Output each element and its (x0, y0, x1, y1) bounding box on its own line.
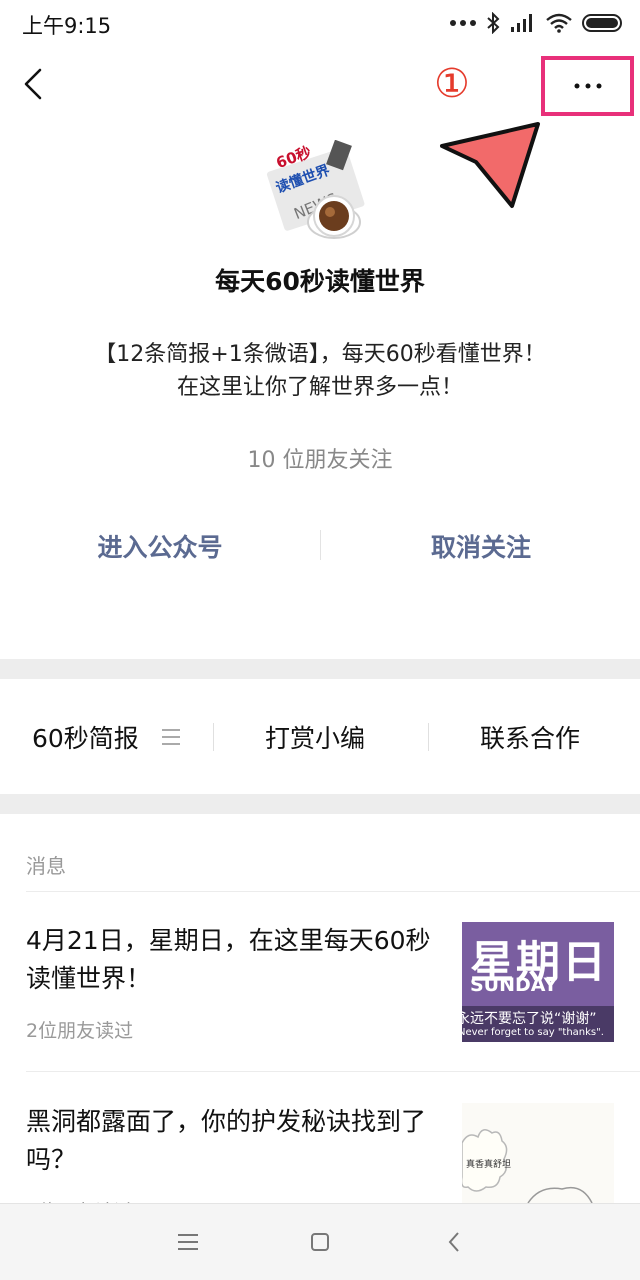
account-actions: 进入公众号 取消关注 (0, 520, 640, 572)
signal-dots-icon (450, 20, 476, 26)
divider (26, 1071, 640, 1072)
menu-icon[interactable] (178, 1234, 198, 1250)
thumbnail-caption-cn: 永远不要忘了说“谢谢” (462, 1011, 597, 1027)
message-thumbnail: 真香真舒坦 (462, 1103, 614, 1203)
status-time: 上午9:15 (22, 14, 112, 38)
account-name: 每天60秒读懂世界 (215, 267, 425, 296)
menu-item-contact[interactable]: 联系合作 (480, 719, 580, 755)
back-arrow-icon[interactable] (14, 62, 54, 106)
divider (213, 723, 214, 751)
thumbnail-title-en: SUNDAY (470, 974, 558, 996)
home-icon[interactable] (311, 1233, 329, 1251)
message-title: 黑洞都露面了，你的护发秘诀找到了吗？ (26, 1107, 427, 1174)
message-thumbnail: 星期日 SUNDAY 永远不要忘了说“谢谢” Never forget to s… (462, 922, 614, 1042)
annotation-arrow-icon (440, 122, 540, 208)
message-item[interactable]: 黑洞都露面了，你的护发秘诀找到了吗？ 2位朋友读过 真香真舒坦 (0, 1073, 640, 1223)
section-gap (0, 794, 640, 814)
message-item[interactable]: 4月21日，星期日，在这里每天60秒读懂世界！ 2位朋友读过 星期日 SUNDA… (0, 892, 640, 1072)
menu-item-tip[interactable]: 打赏小编 (265, 719, 365, 755)
thumbnail-caption-en: Never forget to say "thanks". (462, 1027, 604, 1038)
unfollow-button[interactable]: 取消关注 (351, 528, 611, 564)
enter-account-button[interactable]: 进入公众号 (30, 528, 290, 564)
account-menu: 60秒简报 打赏小编 联系合作 (0, 679, 640, 794)
annotation-number: ① (434, 61, 470, 107)
bluetooth-icon (487, 12, 500, 34)
more-button[interactable] (541, 56, 634, 116)
menu-item-briefing[interactable]: 60秒简报 (32, 719, 139, 755)
cellular-signal-icon (511, 14, 532, 32)
status-icons (450, 9, 622, 37)
status-bar: 上午9:15 (0, 0, 640, 46)
back-icon[interactable] (446, 1230, 462, 1254)
message-reads: 2位朋友读过 (26, 1020, 134, 1042)
more-dots-icon (574, 83, 601, 89)
message-title: 4月21日，星期日，在这里每天60秒读懂世界！ (26, 926, 431, 993)
thumbnail-caption-bar: 永远不要忘了说“谢谢” Never forget to say "thanks"… (462, 1006, 614, 1042)
menu-lines-icon (162, 729, 180, 745)
thumbnail-text: 真香真舒坦 (466, 1158, 511, 1170)
divider (320, 530, 321, 560)
divider (428, 723, 429, 751)
account-description: 【12条简报+1条微语】，每天60秒看懂世界！ 在这里让你了解世界多一点！ (0, 338, 640, 404)
description-line: 【12条简报+1条微语】，每天60秒看懂世界！ (94, 342, 546, 367)
messages-section-title: 消息 (26, 854, 66, 878)
followers-count[interactable]: 10 位朋友关注 (0, 442, 640, 474)
battery-icon (582, 14, 622, 32)
section-gap (0, 659, 640, 679)
top-nav: ① (0, 46, 640, 124)
description-line: 在这里让你了解世界多一点！ (176, 375, 463, 400)
system-nav-bar (0, 1203, 640, 1280)
cartoon-sheep-image: 真香真舒坦 (462, 1129, 593, 1203)
wifi-icon (546, 13, 572, 33)
account-logo: 60秒 读懂世界 NEWS (266, 140, 365, 239)
